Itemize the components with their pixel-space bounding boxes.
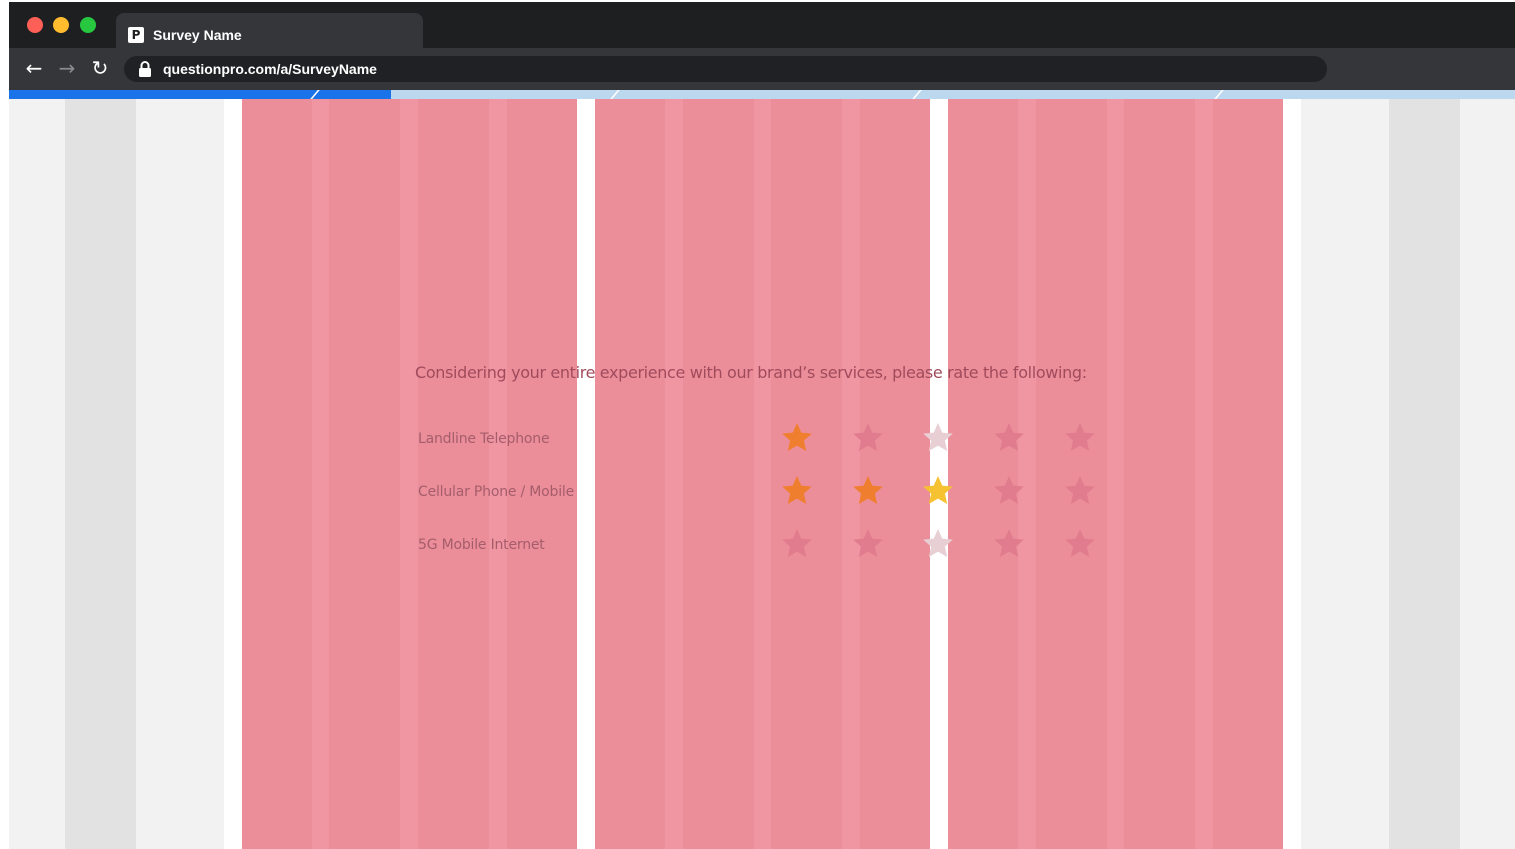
survey-page bbox=[9, 99, 1515, 849]
maximize-window-button[interactable] bbox=[80, 17, 96, 33]
star-icon[interactable] bbox=[1063, 421, 1097, 455]
star-icon[interactable] bbox=[921, 474, 955, 508]
star-icon[interactable] bbox=[780, 527, 814, 561]
star-icon[interactable] bbox=[992, 527, 1026, 561]
progress-divider bbox=[1214, 90, 1224, 99]
star-icon[interactable] bbox=[921, 421, 955, 455]
reload-icon[interactable]: ↻ bbox=[88, 56, 112, 80]
close-window-button[interactable] bbox=[27, 17, 43, 33]
browser-toolbar: ← → ↻ questionpro.com/a/SurveyName bbox=[9, 48, 1515, 90]
star-icon[interactable] bbox=[780, 474, 814, 508]
arrow-left-icon[interactable]: ← bbox=[22, 56, 46, 80]
star-icon[interactable] bbox=[851, 421, 885, 455]
star-icon[interactable] bbox=[1063, 527, 1097, 561]
tab-favicon-icon: P bbox=[128, 27, 144, 43]
star-icon[interactable] bbox=[851, 527, 885, 561]
star-icon[interactable] bbox=[992, 421, 1026, 455]
browser-tab[interactable]: P Survey Name bbox=[116, 13, 423, 48]
progress-divider bbox=[610, 90, 620, 99]
survey-progress-bar bbox=[9, 90, 1515, 99]
star-icon[interactable] bbox=[851, 474, 885, 508]
row-label: Cellular Phone / Mobile bbox=[418, 484, 575, 500]
question-text: Considering your entire experience with … bbox=[415, 363, 1087, 382]
browser-chrome: P Survey Name ← → ↻ questionpro.com/a/Su… bbox=[9, 2, 1515, 92]
star-icon[interactable] bbox=[921, 527, 955, 561]
lock-icon bbox=[139, 61, 151, 77]
url-text: questionpro.com/a/SurveyName bbox=[163, 61, 377, 77]
row-label: 5G Mobile Internet bbox=[418, 537, 545, 553]
star-icon[interactable] bbox=[992, 474, 1026, 508]
star-icon[interactable] bbox=[780, 421, 814, 455]
star-icon[interactable] bbox=[1063, 474, 1097, 508]
address-bar[interactable]: questionpro.com/a/SurveyName bbox=[124, 56, 1327, 82]
survey-progress-fill bbox=[9, 90, 392, 99]
row-label: Landline Telephone bbox=[418, 431, 550, 447]
arrow-right-icon[interactable]: → bbox=[55, 56, 79, 80]
minimize-window-button[interactable] bbox=[53, 17, 69, 33]
progress-divider bbox=[912, 90, 922, 99]
tab-title: Survey Name bbox=[153, 27, 242, 43]
